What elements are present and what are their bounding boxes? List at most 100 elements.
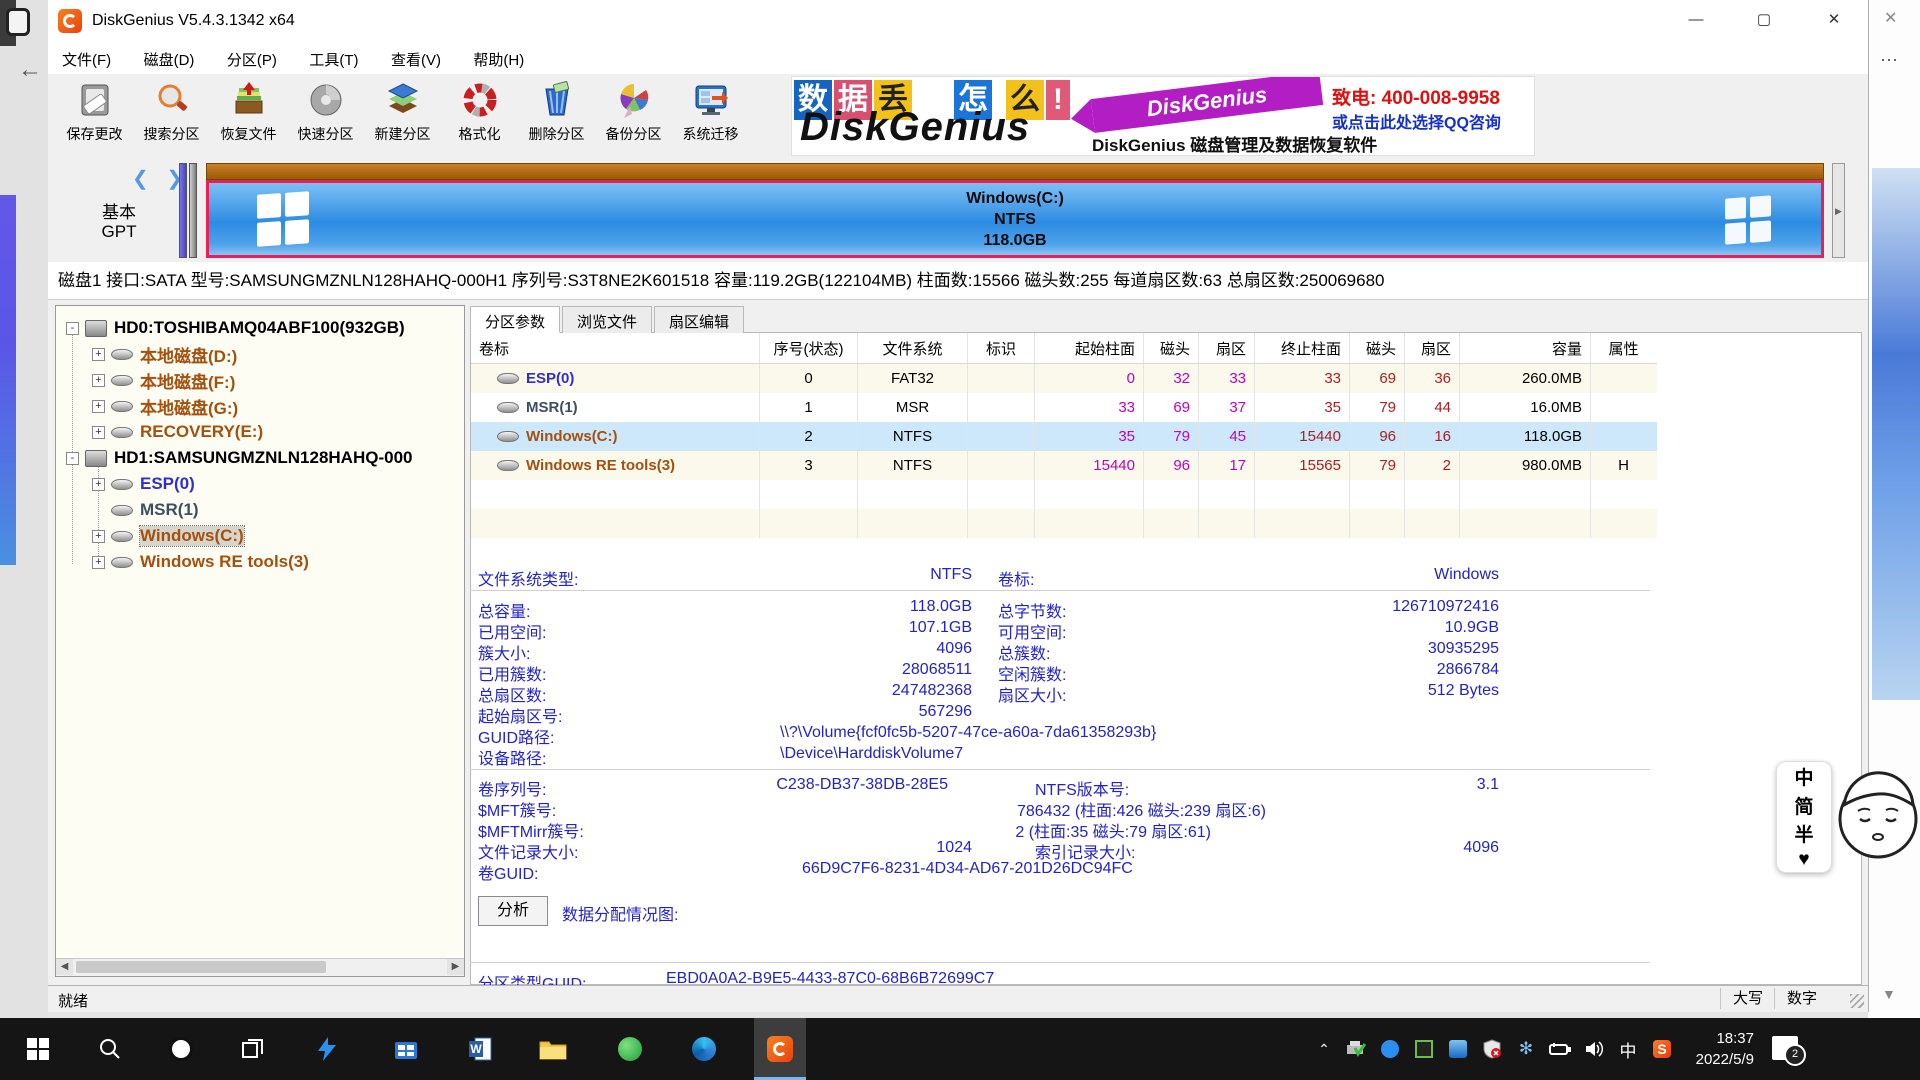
col-start-cyl[interactable]: 起始柱面 <box>1035 333 1144 363</box>
tray-snowflake-icon[interactable]: ✻ <box>1514 1038 1538 1060</box>
table-row-windows-re[interactable]: Windows RE tools(3) 3 NTFS 15440 96 17 1… <box>471 451 1657 480</box>
esp-partition-strip[interactable] <box>179 163 187 258</box>
ellipsis-menu-icon[interactable]: ⋯ <box>1880 50 1900 71</box>
search-partition-button[interactable]: 搜索分区 <box>133 78 210 154</box>
format-button[interactable]: 格式化 <box>441 78 518 154</box>
tab-partition-params[interactable]: 分区参数 <box>470 306 560 333</box>
col-end-sector[interactable]: 扇区 <box>1405 333 1460 363</box>
taskbar-app-edge[interactable] <box>678 1018 730 1080</box>
tray-chevron-icon[interactable]: ⌃ <box>1312 1038 1336 1060</box>
menu-partition[interactable]: 分区(P) <box>213 44 291 75</box>
tree-item-recovery-e[interactable]: + RECOVERY(E:) <box>92 420 263 444</box>
taskbar-app-feishu[interactable] <box>301 1018 353 1080</box>
expand-icon[interactable]: + <box>92 400 105 413</box>
tray-security-shield-icon[interactable] <box>1480 1038 1504 1060</box>
analyze-button[interactable]: 分析 <box>478 896 548 926</box>
tray-intel-icon[interactable] <box>1446 1038 1470 1060</box>
tab-sector-edit[interactable]: 扇区编辑 <box>654 306 744 333</box>
taskbar-app-green[interactable] <box>604 1018 656 1080</box>
expand-icon[interactable]: + <box>92 478 105 491</box>
expand-icon[interactable]: + <box>92 374 105 387</box>
col-attributes[interactable]: 属性 <box>1591 333 1656 363</box>
taskbar-search-button[interactable] <box>84 1018 136 1080</box>
menu-help[interactable]: 帮助(H) <box>459 44 538 75</box>
tree-item-local-g[interactable]: + 本地磁盘(G:) <box>92 394 238 418</box>
collapse-icon[interactable]: - <box>66 452 79 465</box>
tree-item-hd0[interactable]: - HD0:TOSHIBAMQ04ABF100(932GB) <box>66 316 405 340</box>
menu-disk[interactable]: 磁盘(D) <box>130 44 209 75</box>
tree-item-local-f[interactable]: + 本地磁盘(F:) <box>92 368 235 392</box>
partition-bar-scroll[interactable]: ▶ <box>1832 163 1845 258</box>
ime-floating-widget[interactable]: 中 简 半 ♥ <box>1772 757 1920 877</box>
expand-icon[interactable]: + <box>92 426 105 439</box>
taskbar-clock[interactable]: 18:37 2022/5/9 <box>1672 1028 1754 1070</box>
taskbar-app-word[interactable]: W <box>454 1018 506 1080</box>
tray-bird-icon[interactable] <box>1378 1038 1402 1060</box>
scroll-thumb[interactable] <box>76 961 326 973</box>
windows-c-partition-block[interactable]: Windows(C:) NTFS 118.0GB <box>206 180 1824 258</box>
close-button[interactable]: ✕ <box>1805 0 1863 40</box>
backup-partition-button[interactable]: 备份分区 <box>595 78 672 154</box>
tree-item-windows-re[interactable]: + Windows RE tools(3) <box>92 550 309 574</box>
minimize-button[interactable]: — <box>1667 0 1725 40</box>
tree-item-hd1[interactable]: - HD1:SAMSUNGMZNLN128HAHQ-000 <box>66 446 413 470</box>
new-partition-button[interactable]: 新建分区 <box>364 78 441 154</box>
scroll-down-icon[interactable]: ▼ <box>1882 986 1896 1002</box>
banner-qq-link[interactable]: 或点击此处选择QQ咨询 <box>1332 109 1501 133</box>
taskbar-app-explorer[interactable] <box>527 1018 579 1080</box>
start-button[interactable] <box>12 1018 64 1080</box>
col-end-head[interactable]: 磁头 <box>1350 333 1405 363</box>
expand-icon[interactable]: + <box>92 348 105 361</box>
background-tab-icon <box>6 8 30 36</box>
quick-partition-button[interactable]: 快速分区 <box>287 78 364 154</box>
ime-status-card[interactable]: 中 简 半 ♥ <box>1776 761 1832 873</box>
menu-file[interactable]: 文件(F) <box>48 44 125 75</box>
expand-icon[interactable]: + <box>92 556 105 569</box>
tray-nvidia-icon[interactable] <box>1412 1038 1436 1060</box>
tray-power-icon[interactable] <box>1548 1038 1572 1060</box>
tree-horizontal-scrollbar[interactable]: ◀ ▶ <box>56 958 464 976</box>
tray-volume-icon[interactable] <box>1582 1038 1606 1060</box>
ad-banner[interactable]: 数 据 丢 怎 么 ! DiskGenius DiskGenius 致电: 40… <box>791 76 1535 156</box>
delete-partition-button[interactable]: 删除分区 <box>518 78 595 154</box>
partition-icon <box>497 431 519 442</box>
collapse-icon[interactable]: - <box>66 322 79 335</box>
scroll-right-icon[interactable]: ▶ <box>447 959 464 975</box>
taskbar-app-store[interactable] <box>380 1018 432 1080</box>
scroll-left-icon[interactable]: ◀ <box>56 959 73 975</box>
col-filesystem[interactable]: 文件系统 <box>858 333 968 363</box>
maximize-button[interactable]: ▢ <box>1735 0 1793 40</box>
menu-tools[interactable]: 工具(T) <box>295 44 372 75</box>
tray-ime-indicator[interactable]: 中 <box>1616 1038 1640 1060</box>
tree-item-esp[interactable]: + ESP(0) <box>92 472 195 496</box>
col-index-status[interactable]: 序号(状态) <box>760 333 858 363</box>
expand-icon[interactable]: + <box>92 530 105 543</box>
tree-item-local-d[interactable]: + 本地磁盘(D:) <box>92 342 237 366</box>
tree-item-windows-c[interactable]: + Windows(C:) <box>92 524 244 548</box>
cortana-button[interactable] <box>155 1018 207 1080</box>
tab-browse-files[interactable]: 浏览文件 <box>562 306 652 333</box>
table-row-esp[interactable]: ESP(0) 0 FAT32 0 32 33 33 69 36 260.0MB <box>471 364 1657 393</box>
save-changes-button[interactable]: 保存更改 <box>56 78 133 154</box>
col-start-head[interactable]: 磁头 <box>1144 333 1199 363</box>
task-view-button[interactable] <box>227 1018 279 1080</box>
col-start-sector[interactable]: 扇区 <box>1199 333 1255 363</box>
recover-files-button[interactable]: 恢复文件 <box>210 78 287 154</box>
col-flag[interactable]: 标识 <box>968 333 1035 363</box>
tray-printer-icon[interactable] <box>1344 1038 1368 1060</box>
tray-sogou-icon[interactable]: S <box>1650 1038 1674 1060</box>
table-row-windows-c-selected[interactable]: Windows(C:) 2 NTFS 35 79 45 15440 96 16 … <box>471 422 1657 451</box>
col-end-cyl[interactable]: 终止柱面 <box>1255 333 1350 363</box>
back-arrow-icon[interactable]: ← <box>18 56 42 84</box>
col-capacity[interactable]: 容量 <box>1460 333 1591 363</box>
taskbar-app-diskgenius-active[interactable] <box>754 1018 806 1080</box>
tree-item-msr[interactable]: MSR(1) <box>92 498 199 522</box>
resize-grip[interactable] <box>1850 994 1864 1008</box>
background-close-icon[interactable]: ✕ <box>1884 8 1897 28</box>
system-migrate-button[interactable]: 系统迁移 <box>672 78 749 154</box>
col-volume-label[interactable]: 卷标 <box>471 333 760 363</box>
menu-view[interactable]: 查看(V) <box>377 44 455 75</box>
table-row-msr[interactable]: MSR(1) 1 MSR 33 69 37 35 79 44 16.0MB <box>471 393 1657 422</box>
notification-center-button[interactable]: 2 <box>1772 1036 1798 1060</box>
msr-partition-strip[interactable] <box>189 163 197 258</box>
